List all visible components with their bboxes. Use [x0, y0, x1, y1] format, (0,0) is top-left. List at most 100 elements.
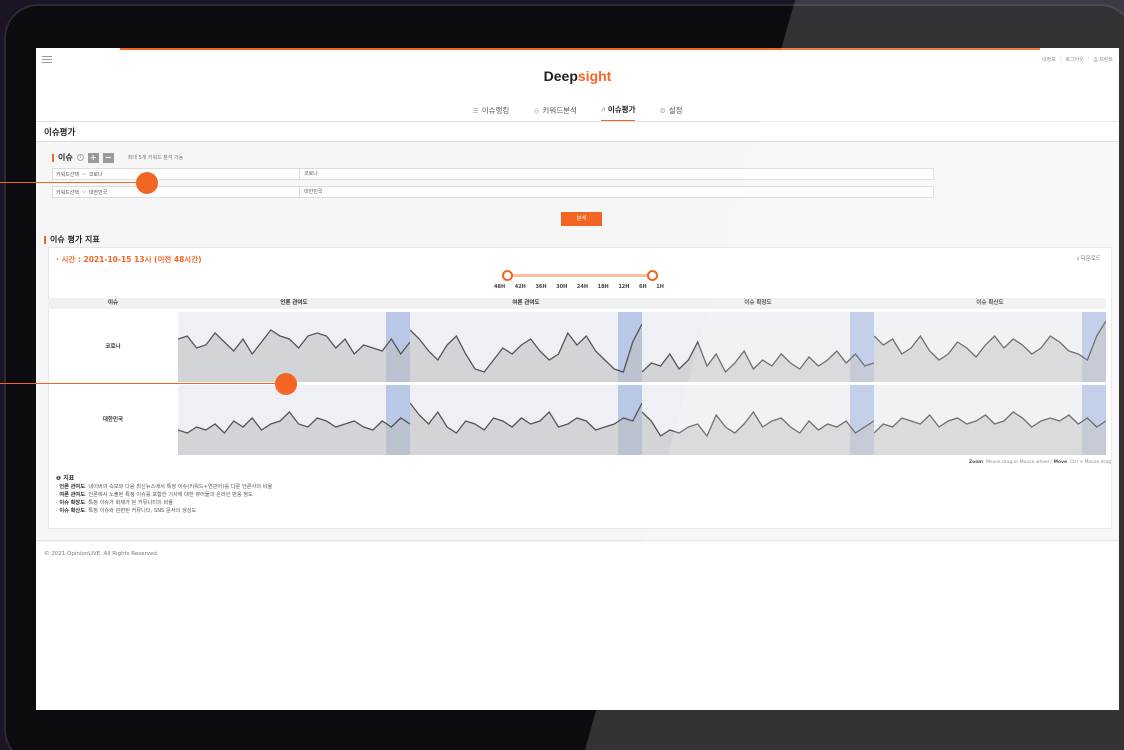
tab-label: 키워드분석	[542, 106, 577, 115]
keyword-value: 코로나	[88, 171, 103, 178]
slider-end-handle[interactable]	[647, 270, 658, 281]
list-icon: ☰	[472, 106, 479, 115]
sparkline-svg	[178, 385, 410, 455]
header-opinion: 여론 관여도	[512, 300, 540, 306]
callout-line	[0, 383, 285, 384]
sparkline-chart[interactable]	[410, 312, 642, 382]
keyword-select-field[interactable]: 키워드선택 ⌵ 코로나	[52, 168, 300, 180]
tab-keyword-analysis[interactable]: ◎ 키워드분석	[533, 104, 577, 122]
evaluation-grid: 이슈 언론 관여도 여론 관여도 이슈 확장도 이슈 확산도 코로나 대한민국	[48, 298, 1106, 455]
logo-accent: sight	[577, 68, 612, 84]
keyword-select[interactable]: 키워드선택	[56, 189, 79, 196]
tab-settings[interactable]: ⚙ 설정	[659, 104, 682, 122]
sparkline-svg	[178, 312, 410, 382]
sparkline-svg	[874, 312, 1106, 382]
time-label: · 시간 : 2021-10-15 13시 (이전 48시간)	[56, 255, 202, 264]
legend-item: · 여론 관여도: 언론에서 노출된 특정 이슈를 포함한 기사에 대한 뷰어들…	[56, 492, 253, 498]
sparkline-svg	[410, 312, 642, 382]
time-tick: 36H	[535, 284, 547, 290]
slider-start-handle[interactable]	[502, 270, 513, 281]
section-title: 이슈 평가 지표	[44, 234, 100, 245]
keyword-input[interactable]: 코로나	[300, 168, 934, 180]
sparkline-chart[interactable]	[874, 385, 1106, 455]
download-button[interactable]: ⭳ 다운로드	[1077, 254, 1101, 264]
section-marker	[52, 153, 54, 162]
metric-legend: ❶ 지표 · 언론 관여도: 네이버의 속보와 다음 최신뉴스에서 특정 이슈(…	[56, 475, 272, 515]
footer-copyright: © 2021 OpinionLIVE. All Rights Reserved.	[44, 551, 159, 557]
print-link[interactable]: ⎙ 프린트	[1094, 56, 1113, 63]
footer-divider	[36, 540, 1119, 541]
grid-row-korea: 대한민국	[48, 385, 1106, 455]
utility-links: 내정보 | 로그아웃 | ⎙ 프린트	[1042, 56, 1113, 63]
target-icon: ◎	[533, 106, 540, 115]
zoom-term: Zoom	[968, 460, 983, 465]
keyword-row: 키워드선택 ⌵ 대한민국 대한민국	[52, 186, 934, 198]
add-issue-button[interactable]: +	[87, 152, 99, 163]
tab-issue-evaluation[interactable]: ⩘ 이슈평가	[600, 104, 636, 122]
logout-link[interactable]: 로그아웃	[1066, 56, 1084, 63]
legend-term: 여론 관여도	[59, 492, 85, 498]
time-tick: 48H	[494, 284, 506, 290]
sparkline-chart[interactable]	[642, 385, 874, 455]
info-icon[interactable]: i	[76, 154, 84, 161]
time-tick: 6H	[639, 284, 647, 290]
deepsight-logo[interactable]: Deepsight	[36, 68, 1119, 84]
sparkline-svg	[874, 385, 1106, 455]
legend-desc: : 특정 이슈가 화제가 된 커뮤니티의 비율	[84, 500, 173, 506]
top-accent-line	[120, 48, 1040, 50]
sparkline-chart[interactable]	[642, 312, 874, 382]
tab-label: 이슈평가	[607, 105, 636, 114]
time-tick: 1H	[656, 284, 664, 290]
sparkline-chart[interactable]	[410, 385, 642, 455]
main-nav: ☰ 이슈랭킹 ◎ 키워드분석 ⩘ 이슈평가 ⚙ 설정	[36, 104, 1119, 122]
time-range-slider[interactable]	[502, 270, 658, 281]
callout-marker	[136, 172, 158, 194]
download-label: 다운로드	[1080, 256, 1101, 262]
keyword-input[interactable]: 대한민국	[300, 186, 934, 198]
chevron-down-icon: ⌵	[82, 189, 86, 195]
move-text: : Ctrl + Mouse drag	[1067, 460, 1111, 465]
legend-title: ❶ 지표	[56, 475, 272, 483]
hamburger-menu-icon[interactable]	[42, 56, 52, 64]
sparkline-svg	[642, 312, 874, 382]
section-title-text: 이슈 평가 지표	[50, 235, 100, 244]
issue-hint: 최대 5개 키워드 분석 가능	[127, 155, 184, 161]
time-tick: 30H	[556, 284, 568, 290]
app-screen: 내정보 | 로그아웃 | ⎙ 프린트 Deepsight ☰ 이슈랭킹 ◎ 키워드분…	[36, 48, 1119, 710]
gear-icon: ⚙	[659, 106, 666, 115]
zoom-text: : Mouse drag or Mouse wheel /	[983, 460, 1054, 465]
header-diffusion: 이슈 확산도	[976, 300, 1004, 306]
sparkline-svg	[642, 385, 874, 455]
info-icon: ❶	[56, 475, 62, 482]
chevron-down-icon: ⌵	[82, 171, 86, 177]
remove-issue-button[interactable]: −	[102, 152, 114, 163]
util-separator: |	[1059, 56, 1062, 62]
slider-track	[506, 274, 654, 277]
legend-item: · 이슈 확산도: 특정 이슈와 관련된 커뮤니티, SNS 문서의 생성도	[56, 508, 197, 514]
util-separator: |	[1087, 56, 1090, 62]
row-label: 대한민국	[102, 417, 124, 423]
time-tick: 42H	[514, 284, 526, 290]
time-tick: 12H	[618, 284, 630, 290]
grid-header: 이슈 언론 관여도 여론 관여도 이슈 확장도 이슈 확산도	[48, 298, 1106, 309]
issue-label: 이슈	[58, 153, 73, 162]
time-tick: 18H	[597, 284, 609, 290]
legend-item: · 이슈 확장도: 특정 이슈가 화제가 된 커뮤니티의 비율	[56, 500, 173, 506]
download-icon: ⭳	[1077, 256, 1079, 262]
line-chart-icon: ⩘	[600, 105, 605, 113]
header-issue: 이슈	[107, 300, 119, 306]
sparkline-chart[interactable]	[874, 312, 1106, 382]
my-info-link[interactable]: 내정보	[1042, 56, 1056, 63]
analyze-button[interactable]: 분석	[561, 212, 602, 226]
legend-item: · 언론 관여도: 네이버의 속보와 다음 최신뉴스에서 특정 이슈(키워드+연…	[56, 484, 273, 490]
tab-issue-ranking[interactable]: ☰ 이슈랭킹	[472, 104, 509, 122]
legend-desc: : 네이버의 속보와 다음 최신뉴스에서 특정 이슈(키워드+연관어)를 다룬 …	[84, 484, 273, 490]
legend-term: 언론 관여도	[59, 484, 85, 490]
header-expansion: 이슈 확장도	[744, 300, 772, 306]
sparkline-chart[interactable]	[178, 312, 410, 382]
print-label: 프린트	[1099, 57, 1113, 63]
time-ticks: 48H 42H 36H 30H 24H 18H 12H 6H 1H	[494, 284, 664, 290]
sparkline-chart[interactable]	[178, 385, 410, 455]
keyword-select-field[interactable]: 키워드선택 ⌵ 대한민국	[52, 186, 300, 198]
keyword-select[interactable]: 키워드선택	[56, 171, 79, 178]
